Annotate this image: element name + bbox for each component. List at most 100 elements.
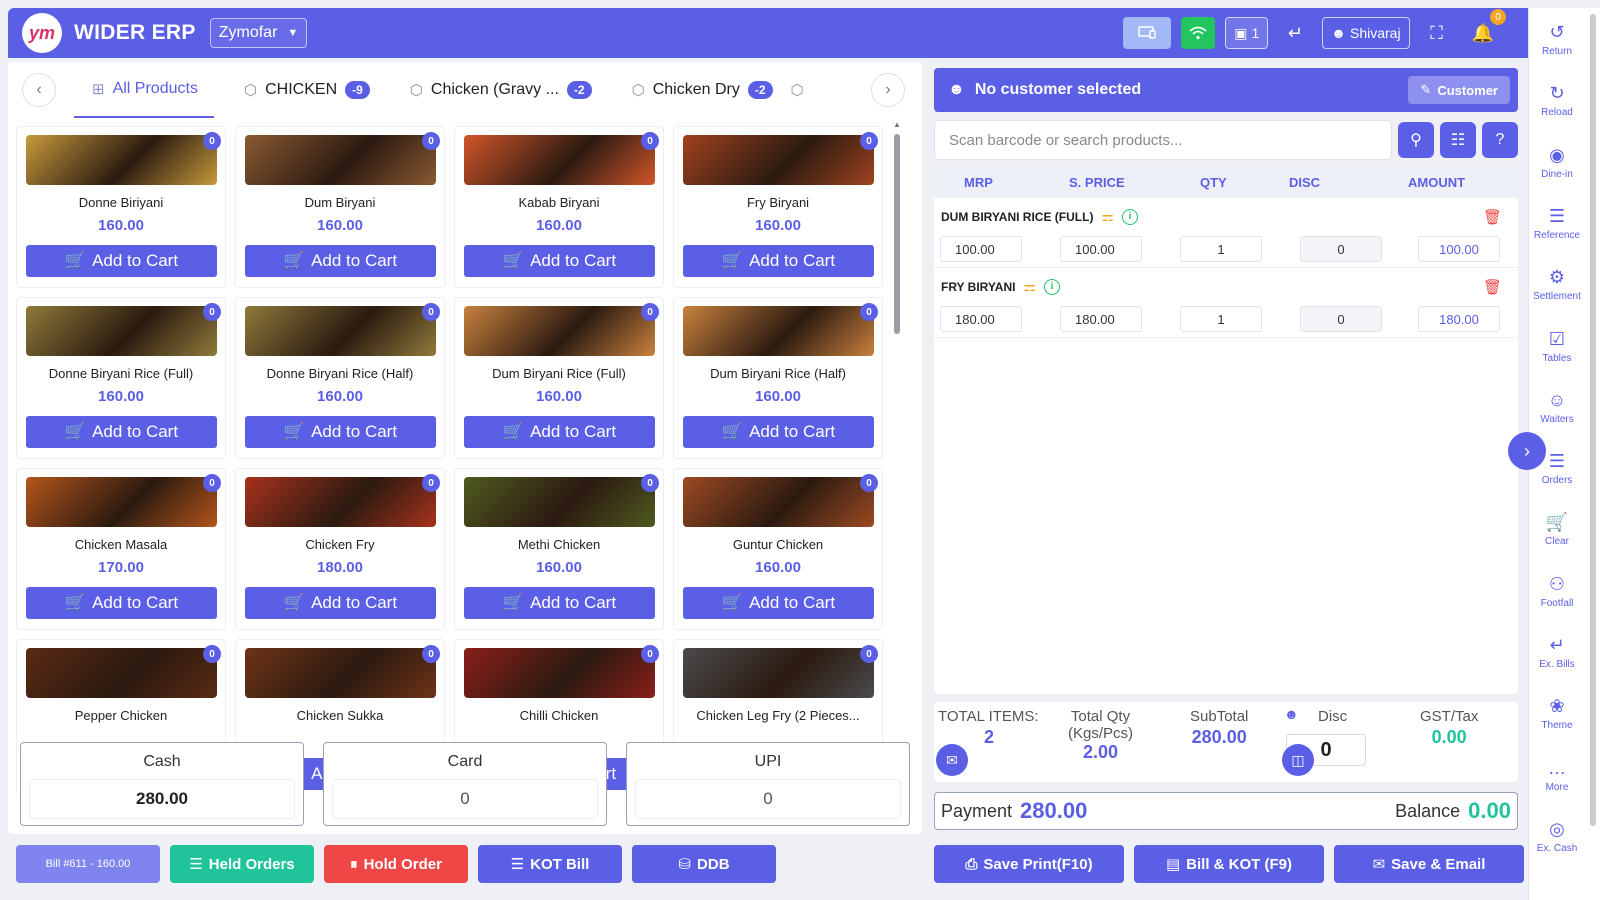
user-menu-button[interactable]: ☻ Shivaraj: [1322, 17, 1410, 49]
sprice-input[interactable]: 180.00: [1060, 306, 1142, 332]
fullscreen-button[interactable]: ⛶: [1420, 17, 1454, 49]
product-card[interactable]: 0 Dum Biryani 160.00 🛒 Add to Cart: [235, 126, 445, 288]
customer-button[interactable]: ✎ Customer: [1408, 76, 1510, 104]
app-logo: ym: [22, 13, 62, 53]
info-icon[interactable]: i: [1044, 278, 1061, 295]
add-to-cart-button[interactable]: 🛒 Add to Cart: [464, 416, 655, 448]
info-icon[interactable]: i: [1122, 208, 1138, 225]
card-input[interactable]: 0: [332, 779, 598, 819]
sidebar-item-ex-bills[interactable]: ↵ Ex. Bills: [1529, 635, 1585, 670]
product-card[interactable]: 0 Guntur Chicken 160.00 🛒 Add to Cart: [673, 468, 883, 630]
product-card[interactable]: 0 Dum Biryani Rice (Full) 160.00 🛒 Add to Ca…: [454, 297, 664, 459]
save-print-button[interactable]: ⎙ Save Print(F10): [934, 845, 1124, 883]
mrp-input[interactable]: 100.00: [940, 236, 1022, 262]
add-to-cart-button[interactable]: 🛒 Add to Cart: [464, 587, 655, 619]
search-button[interactable]: ⚲: [1398, 122, 1434, 158]
product-grid-scrollbar[interactable]: ▲ ▼: [893, 120, 901, 780]
products-panel: ‹ ⊞ All Products ⬡ CHICKEN -9 ⬡ Chicken …: [8, 62, 922, 834]
table-count-button[interactable]: ▣ 1: [1225, 17, 1269, 49]
wifi-status-button[interactable]: [1181, 17, 1216, 49]
product-card[interactable]: 0 Dum Biryani Rice (Half) 160.00 🛒 Add to Ca…: [673, 297, 883, 459]
product-card[interactable]: 0 Methi Chicken 160.00 🛒 Add to Cart: [454, 468, 664, 630]
tab-chicken-dry[interactable]: ⬡ Chicken Dry -2: [622, 62, 783, 118]
add-to-cart-button[interactable]: 🛒 Add to Cart: [683, 587, 874, 619]
qty-input[interactable]: 1: [1180, 236, 1262, 262]
barcode-button[interactable]: ☷: [1440, 122, 1476, 158]
upi-input[interactable]: 0: [635, 779, 901, 819]
sidebar-item-label: Orders: [1541, 475, 1573, 487]
display-mode-button[interactable]: [1123, 17, 1172, 49]
trash-icon[interactable]: 🗑: [1483, 278, 1502, 296]
notes-button[interactable]: ✉: [936, 744, 968, 776]
product-card[interactable]: 0 Chicken Masala 170.00 🛒 Add to Cart: [16, 468, 226, 630]
add-to-cart-button[interactable]: 🛒 Add to Cart: [683, 245, 874, 277]
user-discount-icon[interactable]: ☻: [1284, 706, 1299, 722]
tag-icon[interactable]: ⚎: [1101, 208, 1114, 225]
return-button[interactable]: ↵: [1278, 17, 1312, 49]
sidebar-item-dine-in[interactable]: ◉ Dine-in: [1529, 145, 1585, 180]
product-name: Guntur Chicken: [732, 537, 824, 552]
hold-order-button[interactable]: ⏸ Hold Order: [324, 845, 468, 883]
last-bill-button[interactable]: Bill #611 - 160.00: [16, 845, 160, 883]
trash-icon[interactable]: 🗑: [1483, 208, 1502, 226]
tab-more[interactable]: ⬡: [783, 62, 812, 118]
qty-input[interactable]: 1: [1180, 306, 1262, 332]
scroll-up-icon[interactable]: ▲: [893, 120, 901, 129]
product-search-input[interactable]: Scan barcode or search products...: [934, 120, 1392, 160]
order-actions: Bill #611 - 160.00 ☰ Held Orders ⏸ Hold …: [16, 845, 776, 883]
add-to-cart-button[interactable]: 🛒 Add to Cart: [245, 587, 436, 619]
cash-input[interactable]: 280.00: [29, 779, 295, 819]
chevron-down-icon: ▼: [287, 27, 299, 39]
product-card[interactable]: 0 Donne Biriyani 160.00 🛒 Add to Cart: [16, 126, 226, 288]
company-select[interactable]: Zymofar ▼: [209, 18, 308, 48]
expand-panel-button[interactable]: ›: [1508, 432, 1546, 470]
help-button[interactable]: ?: [1482, 122, 1518, 158]
notifications-button[interactable]: 🔔 0: [1464, 9, 1506, 49]
total-qty-label: Total Qty: [1070, 708, 1131, 725]
sidebar-item-footfall[interactable]: ⚇ Footfall: [1529, 574, 1585, 609]
add-to-cart-button[interactable]: 🛒 Add to Cart: [683, 416, 874, 448]
tab-all-products[interactable]: ⊞ All Products: [74, 62, 214, 118]
scrollbar-thumb[interactable]: [894, 134, 900, 334]
held-orders-button[interactable]: ☰ Held Orders: [170, 845, 314, 883]
tabs-next-button[interactable]: ›: [871, 73, 905, 107]
sidebar-item-clear[interactable]: 🛒 Clear: [1529, 512, 1585, 547]
sidebar-item-reload[interactable]: ↻ Reload: [1529, 83, 1585, 118]
product-card[interactable]: 0 Kabab Biryani 160.00 🛒 Add to Cart: [454, 126, 664, 288]
tab-chicken-gravy[interactable]: ⬡ Chicken (Gravy ... -2: [400, 62, 602, 118]
product-card[interactable]: 0 Fry Biryani 160.00 🛒 Add to Cart: [673, 126, 883, 288]
save-email-button[interactable]: ✉ Save & Email: [1334, 845, 1524, 883]
product-card[interactable]: 0 Chicken Fry 180.00 🛒 Add to Cart: [235, 468, 445, 630]
sidebar-item-theme[interactable]: ❀ Theme: [1529, 696, 1585, 731]
cart-item-title: DUM BIRYANI RICE (FULL) ⚎ i: [941, 208, 1138, 225]
sidebar-item-return[interactable]: ↺ Return: [1529, 22, 1585, 57]
sidebar-item-reference[interactable]: ☰ Reference: [1529, 206, 1585, 241]
gift-button[interactable]: ◫: [1282, 744, 1314, 776]
sidebar-item-more[interactable]: … More: [1529, 758, 1585, 793]
add-to-cart-button[interactable]: 🛒 Add to Cart: [464, 245, 655, 277]
sidebar-item-tables[interactable]: ☑ Tables: [1529, 329, 1585, 364]
held-orders-label: Held Orders: [208, 855, 295, 873]
sidebar-item-settlement[interactable]: ⚙ Settlement: [1529, 267, 1585, 302]
sidebar-item-waiters[interactable]: ☺ Waiters: [1529, 390, 1585, 425]
kot-bill-button[interactable]: ☰ KOT Bill: [478, 845, 622, 883]
add-to-cart-button[interactable]: 🛒 Add to Cart: [26, 416, 217, 448]
ddb-button[interactable]: ⛁ DDB: [632, 845, 776, 883]
bill-kot-button[interactable]: ▤ Bill & KOT (F9): [1134, 845, 1324, 883]
tabs-prev-button[interactable]: ‹: [22, 73, 56, 107]
product-card[interactable]: 0 Donne Biryani Rice (Full) 160.00 🛒 Add to …: [16, 297, 226, 459]
save-print-label: Save Print(F10): [983, 855, 1093, 873]
sidebar-item-ex-cash[interactable]: ◎ Ex. Cash: [1529, 819, 1585, 854]
sprice-input[interactable]: 100.00: [1060, 236, 1142, 262]
disc-input[interactable]: 0: [1300, 306, 1382, 332]
add-to-cart-button[interactable]: 🛒 Add to Cart: [26, 245, 217, 277]
add-to-cart-button[interactable]: 🛒 Add to Cart: [245, 245, 436, 277]
sidebar-scrollbar[interactable]: [1590, 14, 1596, 826]
tag-icon[interactable]: ⚎: [1023, 278, 1036, 295]
add-to-cart-button[interactable]: 🛒 Add to Cart: [245, 416, 436, 448]
add-to-cart-button[interactable]: 🛒 Add to Cart: [26, 587, 217, 619]
mrp-input[interactable]: 180.00: [940, 306, 1022, 332]
disc-input[interactable]: 0: [1300, 236, 1382, 262]
tab-chicken[interactable]: ⬡ CHICKEN -9: [234, 62, 380, 118]
product-card[interactable]: 0 Donne Biryani Rice (Half) 160.00 🛒 Add to …: [235, 297, 445, 459]
